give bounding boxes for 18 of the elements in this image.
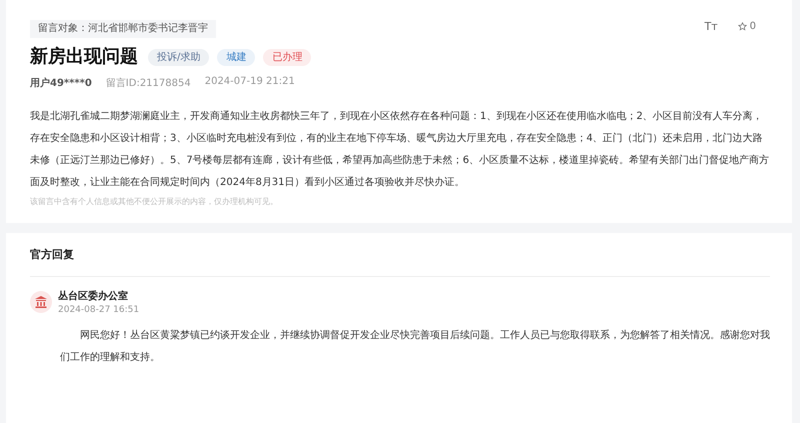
category-tag: 城建 [217, 48, 256, 66]
category-tag: 已办理 [263, 48, 312, 66]
message-time: 2024-07-19 21:21 [204, 76, 295, 89]
reply-time: 2024-08-27 16:51 [58, 305, 140, 315]
message-title: 新房出现问题 [30, 45, 138, 69]
privacy-note: 该留言中含有个人信息或其他不便公开展示的内容，仅办理机构可见。 [30, 196, 279, 207]
reply-body: 网民您好！丛台区黄粱梦镇已约谈开发企业，并继续协调督促开发企业尽快完善项目后续问题。工作人员已与您取得联系，为您解答了相关情况。感谢您对我们工作的理解和支持。 [60, 328, 770, 365]
reply-heading: 官方回复 [30, 247, 770, 277]
message-target-label: 留言对象：河北省邯郸市委书记李晋宇 [30, 20, 216, 38]
message-body: 我是北湖孔雀城二期梦湖澜庭业主，开发商通知业主收房都快三年了，到现在小区依然存在各种问题：1、到现在小区还在使用临水临电；2、小区目前没有人车分离，存在安全隐患和小区设计相背；3、小区临时充电桩没有到位，有的业主在地下停车场、暖气房边大厅里充电，存在安全隐患；4、正门（北门）还未启用，北门边大路未修（正远汀兰那边已修好）。5、7号楼每层都有连廊，设计有些低，希望再加高些防患于未然；6、小区质量不达标，楼道里掉瓷砖。希望有关部门出门督促地产商方面及时整改，让业主能在合同规定时间内（2024年8月31日）看到小区通过各项验收并尽快办证。 [30, 110, 770, 190]
user-name: 用户49****0 [30, 76, 92, 90]
favorite-button[interactable]: 0 [738, 21, 756, 32]
government-building-icon [30, 291, 52, 313]
message-id: 留言ID:21178854 [106, 76, 191, 90]
font-size-button[interactable]: Tт [704, 20, 718, 33]
category-tag: 投诉/求助 [148, 48, 210, 66]
office-name: 丛台区委办公室 [58, 289, 129, 303]
star-icon [738, 22, 747, 31]
